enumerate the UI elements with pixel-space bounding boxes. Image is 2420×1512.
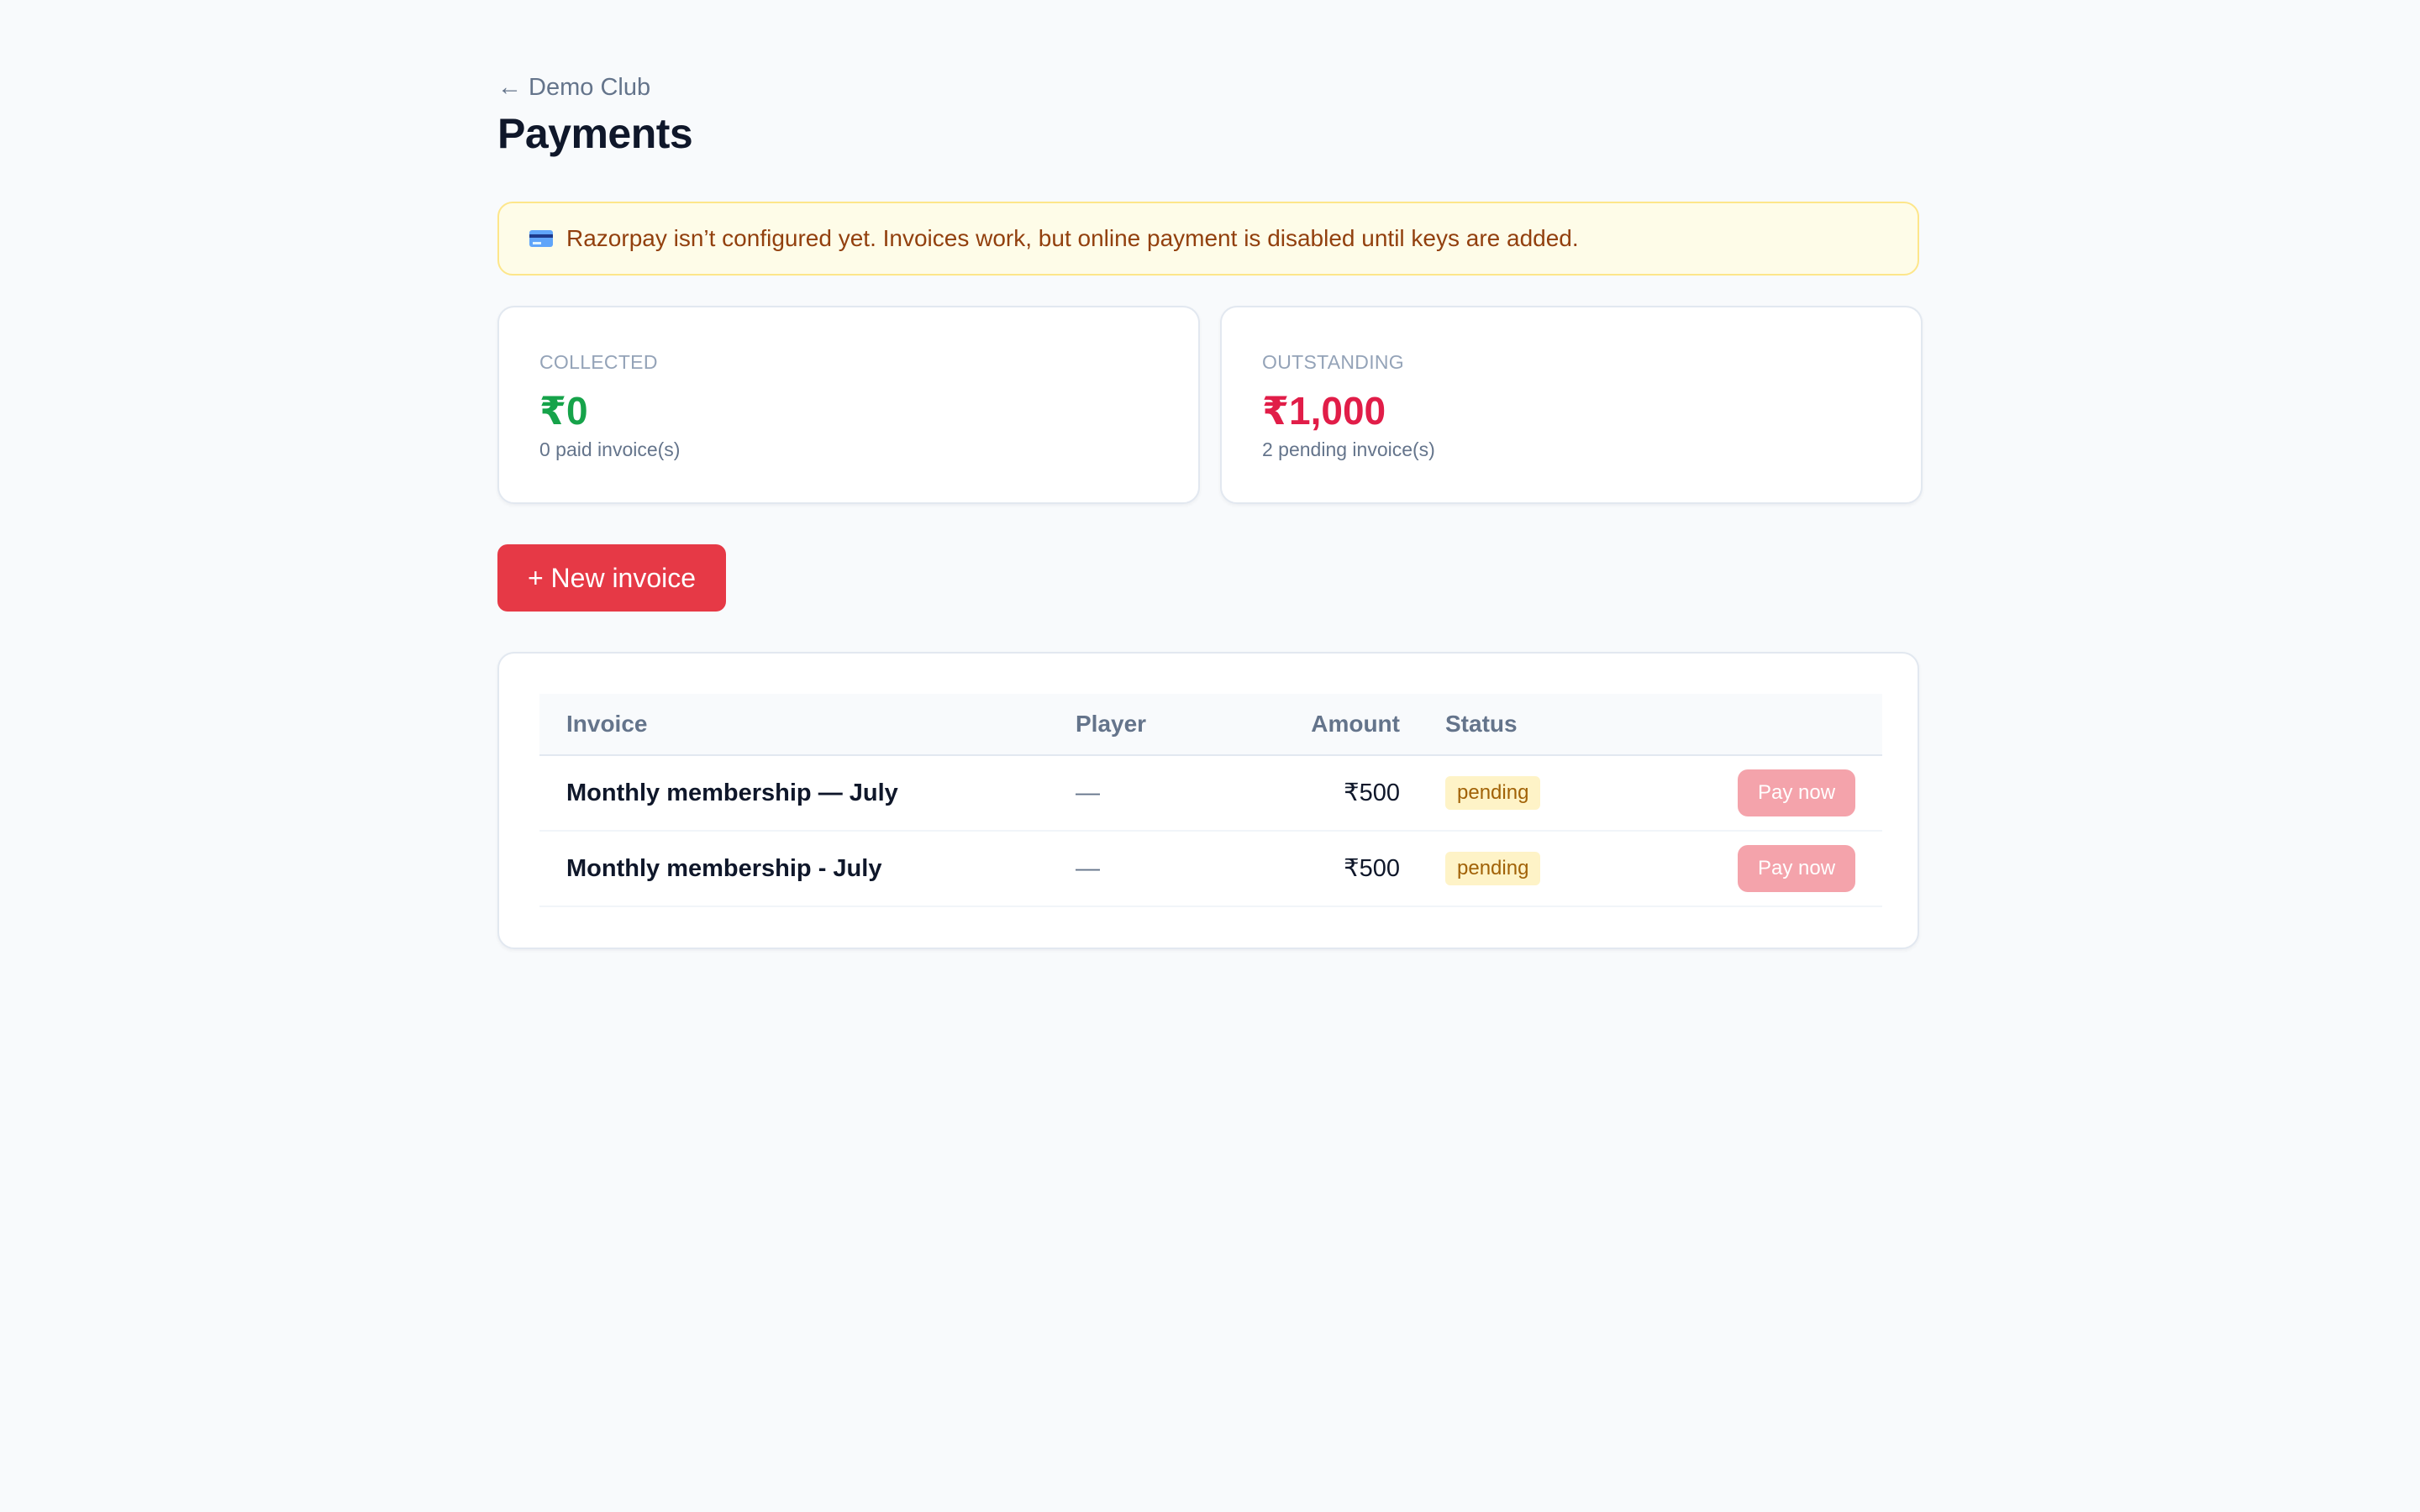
table-row: Monthly membership - July — ₹500 pending… <box>539 832 1882 907</box>
new-invoice-button[interactable]: + New invoice <box>497 544 726 612</box>
notice-text: Razorpay isn’t configured yet. Invoices … <box>566 225 1579 251</box>
invoice-name: Monthly membership - July <box>566 855 882 882</box>
collected-card: COLLECTED ₹0 0 paid invoice(s) <box>497 306 1200 504</box>
table-row: Monthly membership — July — ₹500 pending… <box>539 756 1882 832</box>
table-header: Invoice Player Amount Status <box>539 694 1882 756</box>
outstanding-value: ₹1,000 <box>1262 389 1386 433</box>
collected-label: COLLECTED <box>539 351 658 373</box>
status-badge: pending <box>1445 776 1541 810</box>
outstanding-label: OUTSTANDING <box>1262 351 1404 373</box>
pay-now-button[interactable]: Pay now <box>1738 769 1855 816</box>
pay-now-button[interactable]: Pay now <box>1738 845 1855 892</box>
invoice-amount: ₹500 <box>1344 855 1400 882</box>
razorpay-notice: Razorpay isn’t configured yet. Invoices … <box>497 202 1919 276</box>
column-header-status: Status <box>1445 711 1518 737</box>
player-name: — <box>1076 855 1100 882</box>
column-header-player: Player <box>1076 711 1147 737</box>
page-title: Payments <box>497 110 693 157</box>
player-name: — <box>1076 780 1100 806</box>
credit-card-icon <box>529 230 553 247</box>
status-badge: pending <box>1445 852 1541 885</box>
back-link[interactable]: ← Demo Club <box>497 74 650 102</box>
outstanding-subtext: 2 pending invoice(s) <box>1262 438 1435 460</box>
column-header-amount: Amount <box>1311 711 1400 737</box>
collected-subtext: 0 paid invoice(s) <box>539 438 681 460</box>
invoice-amount: ₹500 <box>1344 780 1400 806</box>
invoices-table: Invoice Player Amount Status Monthly mem… <box>497 652 1919 949</box>
invoice-name: Monthly membership — July <box>566 780 898 806</box>
column-header-invoice: Invoice <box>566 711 648 737</box>
outstanding-card: OUTSTANDING ₹1,000 2 pending invoice(s) <box>1220 306 1923 504</box>
collected-value: ₹0 <box>539 389 588 433</box>
